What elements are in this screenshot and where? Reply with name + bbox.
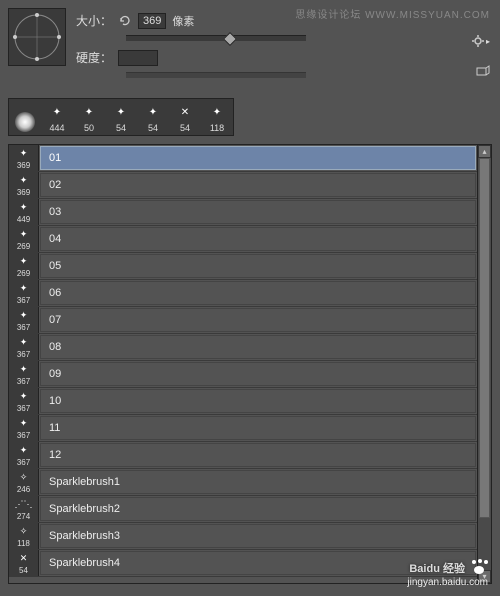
size-unit: 像素 [172, 13, 194, 29]
brush-preset-row[interactable]: ✧118Sparklebrush3 [9, 523, 477, 550]
brush-row-thumb: ✧246 [9, 469, 39, 495]
size-input[interactable]: 369 [138, 13, 166, 29]
brush-preset-row[interactable]: ⋰⋱274Sparklebrush2 [9, 496, 477, 523]
brush-row-label: 05 [40, 254, 476, 278]
new-preset-icon[interactable] [476, 65, 490, 80]
brush-row-thumb: ✦367 [9, 442, 39, 468]
brush-row-label: Sparklebrush1 [40, 470, 476, 494]
brush-row-thumb: ✦369 [9, 172, 39, 198]
brush-row-thumb: ✦449 [9, 199, 39, 225]
recent-brush-thumb[interactable]: ✦54 [138, 100, 168, 134]
watermark-top: 思缘设计论坛 WWW.MISSYUAN.COM [295, 6, 490, 21]
brush-row-thumb: ✦369 [9, 145, 39, 171]
brush-preset-row[interactable]: ✦26905 [9, 253, 477, 280]
scrollbar[interactable]: ▴ ▾ [477, 145, 491, 583]
brush-row-label: 10 [40, 389, 476, 413]
brush-preset-row[interactable]: ✦36712 [9, 442, 477, 469]
reset-size-icon[interactable] [118, 14, 132, 28]
hardness-label: 硬度： [76, 49, 112, 66]
brush-row-label: 11 [40, 416, 476, 440]
brush-row-thumb: ✧118 [9, 523, 39, 549]
hardness-input[interactable] [118, 50, 158, 66]
brush-row-thumb: ⋰⋱274 [9, 496, 39, 522]
brush-row-label: 12 [40, 443, 476, 467]
brush-preset-row[interactable]: ✦36709 [9, 361, 477, 388]
brush-preset-row[interactable]: ✦36710 [9, 388, 477, 415]
recent-brushes-strip: ✦444✦50✦54✦54✕54✦118 [8, 98, 234, 136]
brush-row-label: 04 [40, 227, 476, 251]
scroll-down-arrow[interactable]: ▾ [478, 570, 491, 583]
hardness-slider[interactable] [126, 72, 306, 78]
brush-row-thumb: ✦367 [9, 415, 39, 441]
brush-row-thumb: ✦367 [9, 280, 39, 306]
recent-brush-thumb[interactable]: ✦50 [74, 100, 104, 134]
brush-row-label: 09 [40, 362, 476, 386]
size-slider-thumb[interactable] [223, 32, 237, 46]
size-label: 大小： [76, 12, 112, 29]
recent-brush-thumb[interactable]: ✕54 [170, 100, 200, 134]
brush-tip-preview[interactable] [8, 8, 66, 66]
scroll-up-arrow[interactable]: ▴ [478, 145, 491, 158]
recent-brush-thumb[interactable]: ✦444 [42, 100, 72, 134]
brush-row-label: 07 [40, 308, 476, 332]
brush-row-thumb: ✦269 [9, 253, 39, 279]
brush-preset-row[interactable]: ✦36707 [9, 307, 477, 334]
brush-preset-list: ✦36901✦36902✦44903✦26904✦26905✦36706✦367… [8, 144, 492, 584]
brush-preset-row[interactable]: ✕54Sparklebrush4 [9, 550, 477, 577]
panel-menu-button[interactable]: ▸ [472, 35, 490, 47]
brush-preset-row[interactable]: ✦36901 [9, 145, 477, 172]
recent-brush-thumb[interactable]: ✦118 [202, 100, 232, 134]
brush-row-thumb: ✦367 [9, 334, 39, 360]
brush-row-label: 02 [40, 173, 476, 197]
brush-row-thumb: ✦367 [9, 307, 39, 333]
brush-preset-row[interactable]: ✦36708 [9, 334, 477, 361]
brush-row-label: Sparklebrush3 [40, 524, 476, 548]
scroll-thumb[interactable] [479, 158, 490, 518]
brush-preset-row[interactable]: ✦36902 [9, 172, 477, 199]
brush-preset-row[interactable]: ✦44903 [9, 199, 477, 226]
brush-preset-row[interactable]: ✦36706 [9, 280, 477, 307]
size-slider[interactable] [126, 35, 306, 41]
brush-preset-row[interactable]: ✧246Sparklebrush1 [9, 469, 477, 496]
brush-preset-row[interactable]: ✦36711 [9, 415, 477, 442]
brush-row-label: Sparklebrush4 [40, 551, 476, 575]
brush-preset-row[interactable]: ✦26904 [9, 226, 477, 253]
brush-row-thumb: ✦367 [9, 388, 39, 414]
brush-row-label: 06 [40, 281, 476, 305]
brush-row-label: 08 [40, 335, 476, 359]
brush-row-thumb: ✦269 [9, 226, 39, 252]
brush-row-thumb: ✕54 [9, 550, 39, 576]
recent-brush-thumb[interactable]: ✦54 [106, 100, 136, 134]
brush-row-thumb: ✦367 [9, 361, 39, 387]
brush-row-label: Sparklebrush2 [40, 497, 476, 521]
brush-row-label: 01 [40, 146, 476, 170]
brush-row-label: 03 [40, 200, 476, 224]
recent-brush-thumb[interactable] [10, 100, 40, 134]
